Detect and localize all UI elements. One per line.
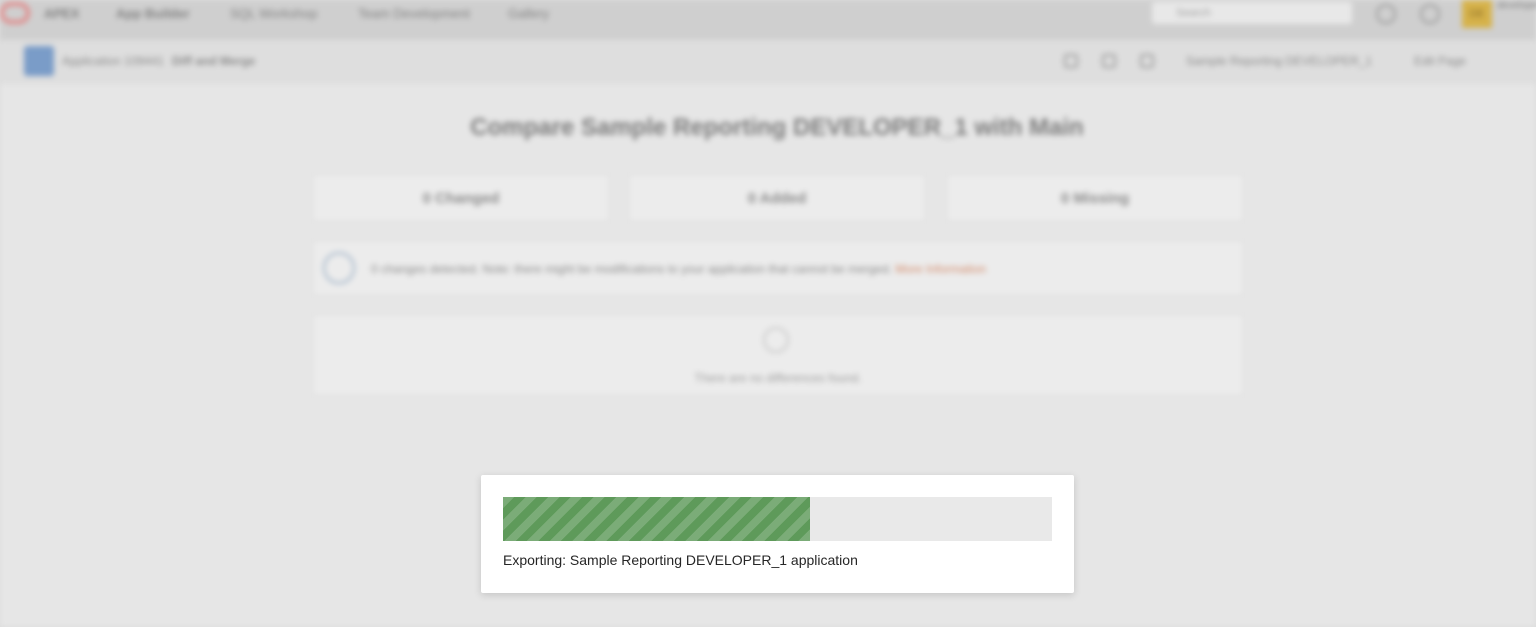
user-name: developer <box>1497 0 1536 11</box>
edit-page-button[interactable]: Edit Page <box>1414 54 1466 68</box>
changed-count-card[interactable]: 0 Changed <box>312 174 610 222</box>
info-text: 0 changes detected. Note: there might be… <box>371 262 892 276</box>
notification-icon[interactable] <box>1376 4 1396 24</box>
nav-team-development[interactable]: Team Development <box>358 6 470 21</box>
empty-message: There are no differences found. <box>694 371 862 385</box>
branch-selector[interactable]: Sample Reporting DEVELOPER_1 <box>1186 54 1372 68</box>
edit-icon[interactable] <box>1102 54 1116 68</box>
info-icon <box>323 252 355 284</box>
info-message: 0 changes detected. Note: there might be… <box>312 240 1244 296</box>
nav-gallery[interactable]: Gallery <box>508 6 549 21</box>
lock-icon[interactable] <box>1140 54 1154 68</box>
search-icon <box>763 327 789 353</box>
oracle-logo-icon <box>0 2 30 24</box>
nav-sql-workshop[interactable]: SQL Workshop <box>230 6 317 21</box>
nav-app-builder[interactable]: App Builder <box>116 6 190 21</box>
top-navigation-bar: APEX App Builder SQL Workshop Team Devel… <box>0 0 1536 40</box>
page-title: Compare Sample Reporting DEVELOPER_1 wit… <box>470 114 1084 141</box>
brand-label: APEX <box>44 6 80 21</box>
progress-bar-track <box>503 497 1052 541</box>
missing-count-card[interactable]: 0 Missing <box>946 174 1244 222</box>
page-toolbar: Application 109441 Diff and Merge Sample… <box>0 40 1536 84</box>
search-input[interactable]: Search <box>1152 2 1352 24</box>
differences-region: There are no differences found. <box>312 314 1244 396</box>
shared-components-icon[interactable] <box>1064 54 1078 68</box>
avatar[interactable]: DE <box>1462 0 1492 28</box>
progress-bar-fill <box>503 497 811 541</box>
application-icon[interactable] <box>24 46 54 76</box>
progress-label: Exporting: Sample Reporting DEVELOPER_1 … <box>503 552 858 568</box>
breadcrumb-app[interactable]: Application 109441 <box>62 54 164 68</box>
breadcrumb-page: Diff and Merge <box>172 54 256 68</box>
added-count-card[interactable]: 0 Added <box>628 174 926 222</box>
more-information-link[interactable]: More Information <box>895 262 986 276</box>
export-progress-dialog: Exporting: Sample Reporting DEVELOPER_1 … <box>481 475 1074 593</box>
help-icon[interactable] <box>1420 4 1440 24</box>
